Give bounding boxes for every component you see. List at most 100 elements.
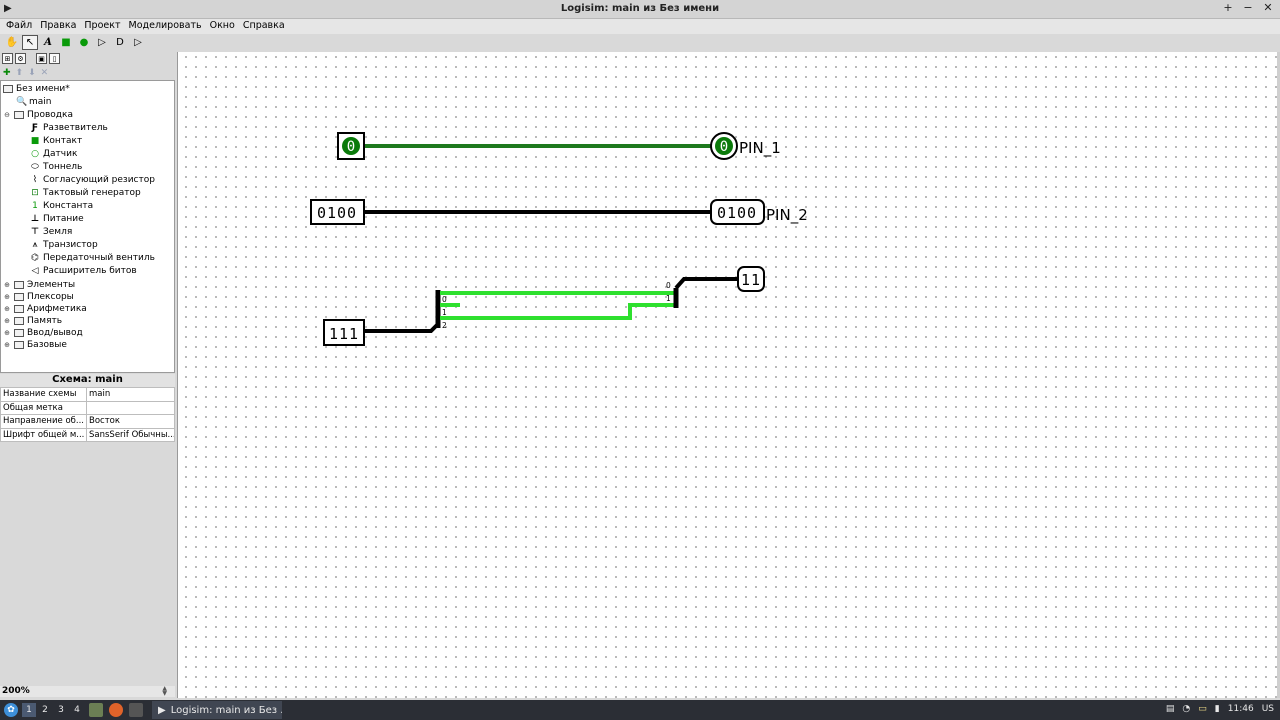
menu-project[interactable]: Проект (80, 19, 124, 34)
item-label: Расширитель битов (43, 265, 137, 276)
tree-item-pin[interactable]: ■ Контакт (30, 134, 82, 147)
tree-project[interactable]: Без имени* (3, 82, 70, 95)
item-label: Контакт (43, 135, 83, 146)
toolbox-view-icon[interactable]: ⊞ (2, 53, 13, 64)
minimize-button[interactable]: − (1242, 1, 1254, 14)
tree-item-splitter[interactable]: Ƒ Разветвитель (30, 121, 108, 134)
move-down-icon[interactable]: ⬇ (28, 68, 36, 78)
input-pin-icon[interactable]: ■ (58, 35, 74, 50)
add-circuit-icon[interactable]: ✚ (3, 68, 11, 78)
delete-circuit-icon[interactable]: ✕ (41, 68, 49, 78)
tree-circuit-main[interactable]: 🔍 main (16, 95, 52, 108)
attr-value-label-direction[interactable]: Восток (86, 414, 175, 429)
close-button[interactable]: ✕ (1262, 1, 1274, 14)
tree-item-power[interactable]: ⊥ Питание (30, 212, 84, 225)
attr-row: Общая метка (0, 400, 175, 415)
bit-extender-icon: ◁ (31, 265, 39, 276)
expand-toggle-icon[interactable]: ⊕ (3, 293, 11, 301)
battery-icon[interactable]: ▮ (1215, 704, 1220, 714)
simulation-view-icon[interactable]: ⚙ (15, 53, 26, 64)
tree-item-pull-resistor[interactable]: ⌇ Согласующий резистор (30, 173, 155, 186)
expand-toggle-icon[interactable]: ⊕ (3, 305, 11, 313)
title-bar: ▶ Logisim: main из Без имени + − ✕ (0, 0, 1280, 19)
maximize-button[interactable]: + (1222, 1, 1234, 14)
tree-item-probe[interactable]: ○ Датчик (30, 147, 77, 160)
network-icon[interactable]: ▤ (1166, 704, 1175, 714)
tree-item-clock[interactable]: ⊡ Тактовый генератор (30, 186, 140, 199)
expand-toggle-icon[interactable]: ⊕ (3, 341, 11, 349)
power-icon: ⊥ (30, 213, 40, 224)
hand-poke-icon[interactable]: ✋ (4, 35, 20, 50)
volume-icon[interactable]: ◔ (1182, 704, 1190, 714)
edit-layout-icon[interactable]: ▣ (36, 53, 47, 64)
item-label: Константа (43, 200, 94, 211)
collapse-toggle-icon[interactable]: ⊖ (3, 111, 11, 119)
zoom-stepper-icon[interactable]: ▲ ▼ (162, 686, 167, 697)
input-pin-3-value: 111 (329, 325, 359, 343)
expand-toggle-icon[interactable]: ⊕ (3, 281, 11, 289)
workspace-2[interactable]: 2 (38, 703, 52, 717)
or-gate-icon[interactable]: ▷ (130, 35, 146, 50)
output-pin-1-value: 0 (720, 139, 728, 155)
menu-simulate[interactable]: Моделировать (125, 19, 206, 34)
file-manager-icon[interactable] (89, 703, 103, 717)
attr-value-shared-label[interactable] (86, 400, 175, 415)
tunnel-icon: ⬭ (31, 161, 39, 172)
text-tool-icon[interactable]: A (40, 35, 56, 50)
attr-value-circuit-name[interactable]: main (86, 387, 175, 402)
expand-toggle-icon[interactable]: ⊕ (3, 317, 11, 325)
wire-output-bus[interactable] (674, 277, 738, 290)
edit-appearance-icon[interactable]: ▯ (49, 53, 60, 64)
library-label: Проводка (27, 109, 73, 120)
menu-edit[interactable]: Правка (36, 19, 80, 34)
tree-item-constant[interactable]: 1 Константа (30, 199, 93, 212)
circuit-actions-bar: ✚ ⬆ ⬇ ✕ (0, 66, 175, 80)
ground-icon: ⊤ (30, 226, 40, 237)
not-gate-icon[interactable]: ▷ (94, 35, 110, 50)
expand-toggle-icon[interactable]: ⊕ (3, 329, 11, 337)
move-up-icon[interactable]: ⬆ (16, 68, 24, 78)
output-pin-icon[interactable]: ● (76, 35, 92, 50)
item-label: Датчик (43, 148, 78, 159)
tree-item-tunnel[interactable]: ⬭ Тоннель (30, 160, 82, 173)
tree-item-transmission-gate[interactable]: ⌬ Передаточный вентиль (30, 251, 155, 264)
item-label: Согласующий резистор (43, 174, 155, 185)
attr-key: Общая метка (0, 400, 87, 415)
taskbar-task-logisim[interactable]: ▶ Logisim: main из Без ... (152, 701, 282, 719)
tree-item-bit-extender[interactable]: ◁ Расширитель битов (30, 264, 137, 277)
attr-value-label-font[interactable]: SansSerif Обычны... (86, 427, 175, 442)
tree-library-wiring[interactable]: ⊖ Проводка (3, 108, 73, 121)
clock[interactable]: 11:46 (1228, 704, 1254, 714)
firefox-icon[interactable] (109, 703, 123, 717)
folder-icon (14, 304, 24, 313)
transistor-icon: ⩚ (32, 239, 38, 250)
pin-2-label: PIN_2 (766, 206, 808, 225)
tree-item-transistor[interactable]: ⩚ Транзистор (30, 238, 97, 251)
tree-library-base[interactable]: ⊕ Базовые (3, 338, 67, 351)
folder-icon (3, 84, 13, 93)
splitter-out-label-0: 0 (666, 281, 671, 290)
select-arrow-icon[interactable]: ↖ (22, 34, 38, 50)
transmission-gate-icon: ⌬ (31, 252, 39, 263)
wire-bit-2[interactable] (440, 303, 674, 320)
circuit-canvas[interactable]: 0 0 PIN_1 0100 0100 PIN_2 111 0 1 2 0 1 … (177, 52, 1280, 698)
keyboard-layout[interactable]: US (1262, 704, 1274, 714)
zoom-control[interactable]: 200% ▲ ▼ (0, 686, 175, 697)
and-gate-icon[interactable]: D (112, 35, 128, 50)
attr-row: Направление об... Восток (0, 414, 175, 429)
tree-item-ground[interactable]: ⊤ Земля (30, 225, 72, 238)
menu-window[interactable]: Окно (206, 19, 239, 34)
menu-help[interactable]: Справка (239, 19, 289, 34)
wire-pin3-bus[interactable] (364, 322, 440, 333)
folder-icon (14, 292, 24, 301)
notes-icon[interactable]: ▭ (1198, 704, 1207, 714)
folder-icon (14, 280, 24, 289)
menu-file[interactable]: Файл (2, 19, 36, 34)
pin-icon: ■ (30, 135, 40, 146)
start-menu-icon[interactable]: ✿ (4, 703, 18, 717)
attr-key: Шрифт общей м... (0, 427, 87, 442)
workspace-1[interactable]: 1 (22, 703, 36, 717)
terminal-icon[interactable] (129, 703, 143, 717)
workspace-4[interactable]: 4 (70, 703, 84, 717)
workspace-3[interactable]: 3 (54, 703, 68, 717)
